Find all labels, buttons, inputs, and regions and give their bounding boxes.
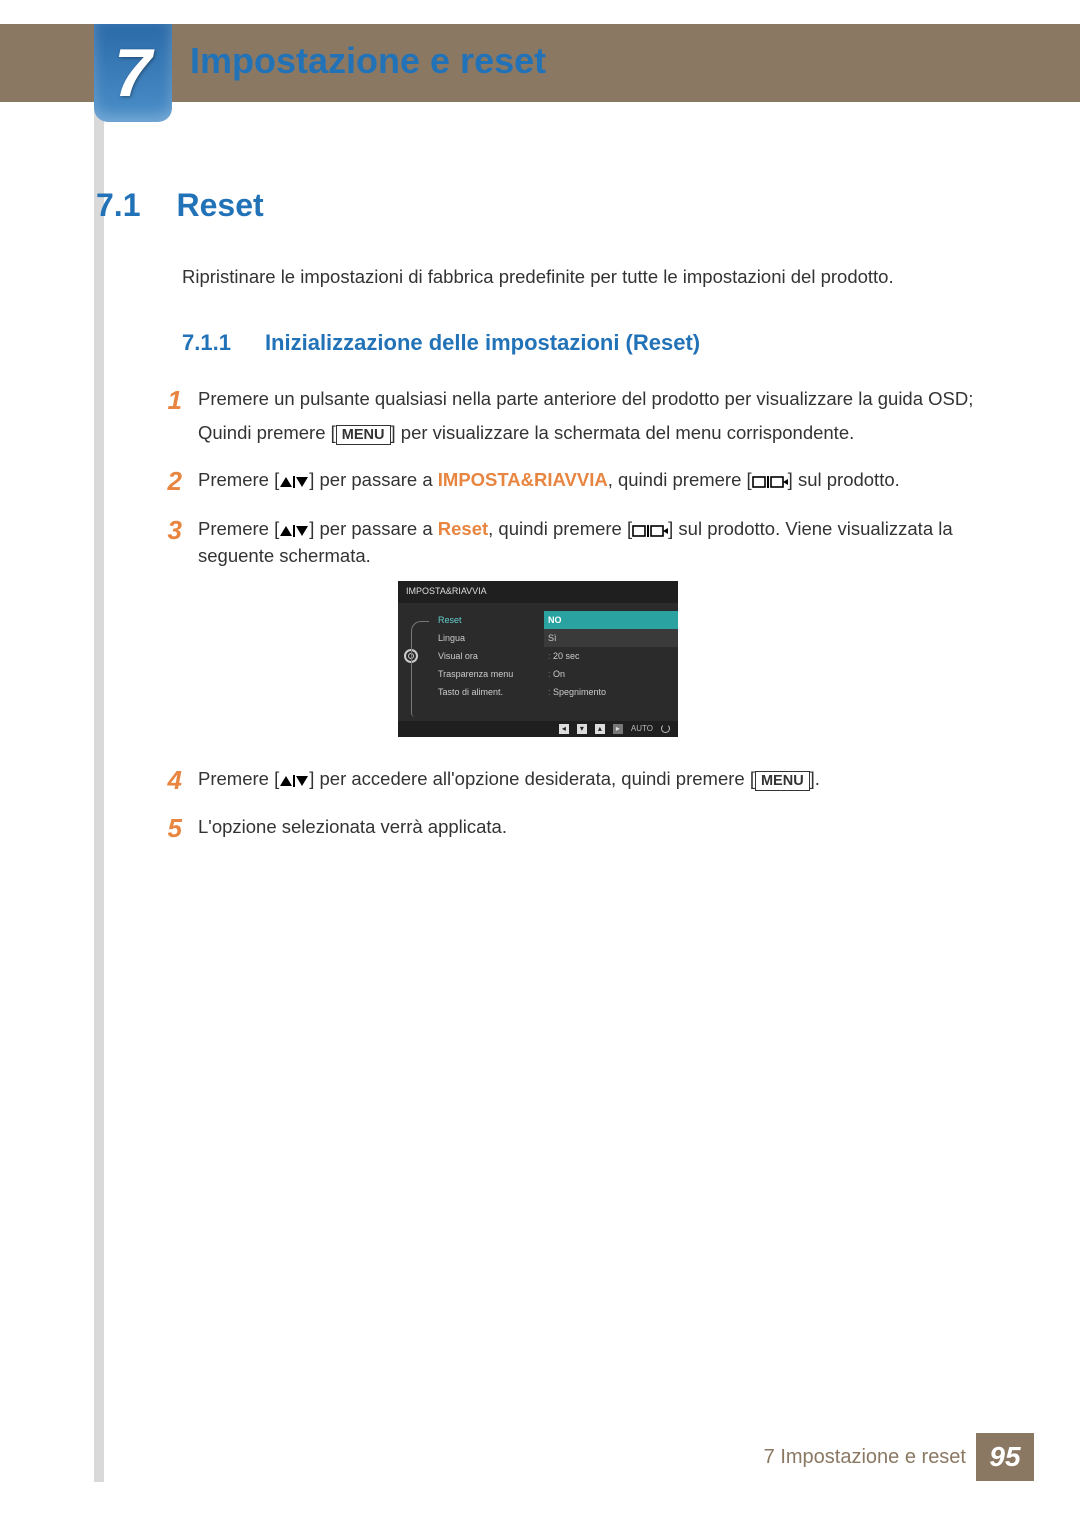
up-arrow-icon: ▴: [595, 724, 605, 734]
step-5: 5 L'opzione selezionata verrà applicata.: [160, 809, 986, 847]
page-content: 7.1 Reset Ripristinare le impostazioni d…: [96, 182, 986, 858]
subsection-heading: 7.1.1 Inizializzazione delle impostazion…: [182, 327, 986, 360]
left-arrow-icon: ◂: [559, 724, 569, 734]
osd-item-lingua: Lingua: [434, 629, 544, 647]
keyword-imposta: IMPOSTA&RIAVVIA: [438, 469, 608, 490]
footer-chapter-ref: 7 Impostazione e reset: [764, 1446, 966, 1469]
osd-auto-label: AUTO: [631, 723, 653, 735]
osd-item-reset: Reset: [434, 611, 544, 629]
osd-menu-right: NO Sì 20 sec On Spegnimento: [544, 603, 678, 721]
section-intro: Ripristinare le impostazioni di fabbrica…: [182, 263, 986, 290]
osd-screenshot: IMPOSTA&RIAVVIA Reset Lingua Visual ora …: [398, 581, 678, 736]
up-down-icon: [279, 518, 309, 539]
chapter-number-badge: 7: [94, 24, 172, 122]
step-number: 4: [160, 761, 182, 799]
power-icon: [661, 724, 670, 733]
step-number: 3: [160, 511, 182, 549]
osd-value: 20 sec: [544, 647, 678, 665]
subsection-title: Inizializzazione delle impostazioni (Res…: [265, 327, 700, 360]
step-5-text: L'opzione selezionata verrà applicata.: [198, 813, 986, 840]
osd-value: Spegnimento: [544, 683, 678, 701]
osd-item-visualora: Visual ora: [434, 647, 544, 665]
step-number: 1: [160, 381, 182, 419]
osd-title: IMPOSTA&RIAVVIA: [398, 581, 678, 602]
step-2: 2 Premere [] per passare a IMPOSTA&RIAVV…: [160, 462, 986, 500]
osd-menu-left: Reset Lingua Visual ora Trasparenza menu…: [434, 603, 544, 721]
osd-value-no: NO: [544, 611, 678, 629]
up-down-icon: [279, 768, 309, 789]
source-enter-icon: [752, 469, 788, 490]
osd-value: On: [544, 665, 678, 683]
step-4: 4 Premere [] per accedere all'opzione de…: [160, 761, 986, 799]
osd-footer: ◂ ▾ ▴ ▸ AUTO: [398, 721, 678, 737]
menu-button-label: MENU: [336, 425, 391, 445]
keyword-reset: Reset: [438, 518, 488, 539]
page-footer: 7 Impostazione e reset 95: [764, 1433, 1034, 1481]
down-arrow-icon: ▾: [577, 724, 587, 734]
steps-list: 1 Premere un pulsante qualsiasi nella pa…: [160, 381, 986, 847]
chapter-number: 7: [114, 34, 152, 112]
step-1-line-2: Quindi premere [MENU] per visualizzare l…: [198, 419, 986, 446]
source-enter-icon: [632, 518, 668, 539]
section-title: Reset: [176, 182, 263, 229]
step-1: 1 Premere un pulsante qualsiasi nella pa…: [160, 381, 986, 452]
osd-curve-decoration: [411, 621, 429, 717]
osd-value-si: Sì: [544, 629, 678, 647]
up-down-icon: [279, 469, 309, 490]
osd-item-trasparenza: Trasparenza menu: [434, 665, 544, 683]
section-heading: 7.1 Reset: [96, 182, 986, 229]
step-1-line-1: Premere un pulsante qualsiasi nella part…: [198, 385, 986, 412]
step-number: 2: [160, 462, 182, 500]
page-number: 95: [976, 1433, 1034, 1481]
step-number: 5: [160, 809, 182, 847]
osd-item-tasto: Tasto di aliment.: [434, 683, 544, 701]
menu-button-label: MENU: [755, 771, 810, 791]
subsection-number: 7.1.1: [182, 327, 231, 360]
section-number: 7.1: [96, 182, 140, 229]
step-3: 3 Premere [] per passare a Reset, quindi…: [160, 511, 986, 751]
enter-icon: ▸: [613, 724, 623, 734]
chapter-title: Impostazione e reset: [190, 40, 546, 82]
